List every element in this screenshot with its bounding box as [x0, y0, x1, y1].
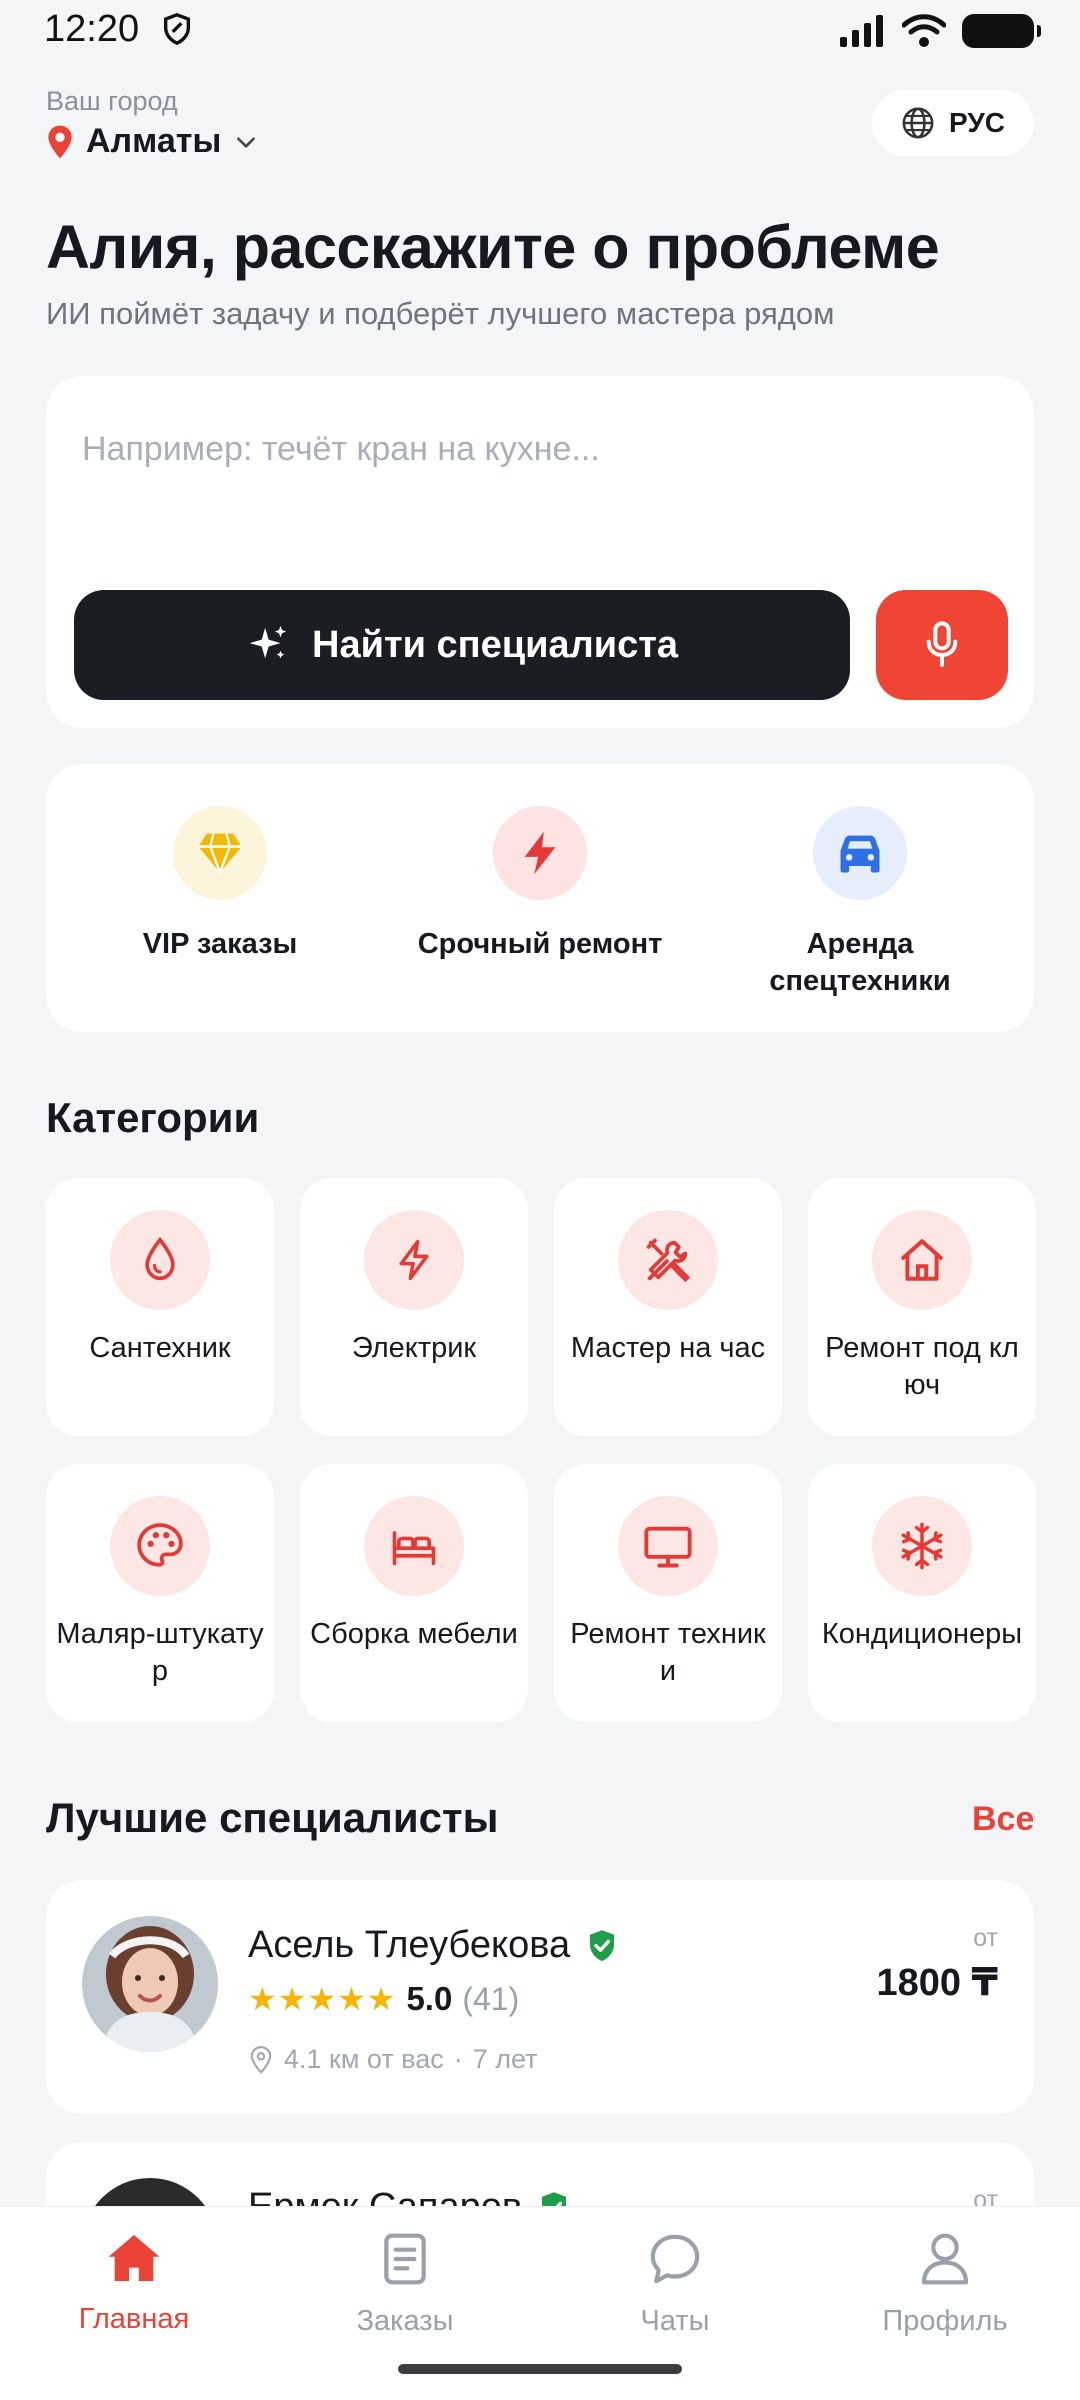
quick-action-equipment-rental[interactable]: Аренда спецтехники — [700, 806, 1020, 1000]
house-icon — [872, 1210, 972, 1310]
snowflake-icon — [872, 1496, 972, 1596]
rating-stars-icon: ★★★★★ — [248, 1981, 397, 2017]
nav-profile[interactable]: Профиль — [845, 2231, 1045, 2338]
battery-icon — [962, 14, 1041, 48]
city-selector[interactable]: Алматы — [46, 122, 259, 161]
bed-icon — [364, 1496, 464, 1596]
category-label: Сантехник — [89, 1332, 231, 1364]
status-time: 12:20 — [44, 8, 140, 50]
globe-icon — [902, 107, 934, 139]
meta-separator: · — [453, 2044, 463, 2074]
profile-icon — [921, 2233, 969, 2285]
nav-label: Главная — [78, 2303, 190, 2335]
avatar — [82, 1916, 218, 2052]
monitor-icon — [618, 1496, 718, 1596]
signal-icon — [840, 15, 883, 47]
category-air-conditioners[interactable]: Кондиционеры — [808, 1464, 1036, 1722]
specialists-title: Лучшие специалисты — [46, 1794, 499, 1841]
category-handyman[interactable]: Мастер на час — [554, 1178, 782, 1436]
quick-actions-card: VIP заказы Срочный ремонт Аренда спецтех… — [46, 764, 1034, 1032]
page-subtitle: ИИ поймёт задачу и подберёт лучшего маст… — [46, 296, 835, 331]
category-label: Электрик — [351, 1332, 477, 1364]
nav-home[interactable]: Главная — [34, 2231, 234, 2336]
distance: 4.1 км от вас — [284, 2044, 444, 2074]
palette-icon — [110, 1496, 210, 1596]
voice-input-button[interactable] — [876, 590, 1008, 700]
quick-action-label: VIP заказы — [142, 928, 298, 960]
nav-label: Заказы — [356, 2305, 454, 2337]
find-specialist-label: Найти специалиста — [312, 623, 678, 666]
language-switcher[interactable]: РУС — [872, 90, 1034, 156]
verified-badge-icon — [590, 1929, 615, 1961]
specialist-name: Асель Тлеубекова — [248, 1924, 571, 1966]
shield-icon — [163, 13, 191, 46]
nav-label: Профиль — [882, 2305, 1008, 2337]
experience: 7 лет — [472, 2044, 538, 2074]
quick-action-urgent-repair[interactable]: Срочный ремонт — [380, 806, 700, 963]
category-electrician[interactable]: Электрик — [300, 1178, 528, 1436]
location-pin-icon — [48, 125, 72, 158]
category-label: Маляр-штукатур — [56, 1618, 264, 1687]
category-label: Мастер на час — [570, 1332, 766, 1364]
nav-chats[interactable]: Чаты — [575, 2231, 775, 2338]
category-plumber[interactable]: Сантехник — [46, 1178, 274, 1436]
chat-icon — [650, 2234, 700, 2284]
language-label: РУС — [949, 107, 1005, 138]
category-painter-plasterer[interactable]: Маляр-штукатур — [46, 1464, 274, 1722]
nav-orders[interactable]: Заказы — [305, 2231, 505, 2338]
orders-icon — [384, 2233, 426, 2285]
price: 1800 ₸ — [876, 1962, 998, 2004]
price-prefix: от — [973, 1924, 998, 1952]
microphone-icon — [926, 621, 958, 667]
page-title: Алия, расскажите о проблеме — [46, 213, 940, 281]
category-appliance-repair[interactable]: Ремонт техники — [554, 1464, 782, 1722]
category-label: Ремонт техники — [570, 1618, 766, 1687]
category-furniture-assembly[interactable]: Сборка мебели — [300, 1464, 528, 1722]
status-icons — [840, 14, 1041, 48]
location-outline-icon — [250, 2045, 272, 2074]
quick-action-label: Аренда спецтехники — [769, 928, 951, 997]
wifi-icon — [902, 14, 946, 47]
problem-input[interactable] — [82, 430, 982, 469]
diamond-icon — [173, 806, 267, 900]
drop-icon — [110, 1210, 210, 1310]
problem-input-card: Найти специалиста — [46, 376, 1034, 728]
tools-icon — [618, 1210, 718, 1310]
city-name: Алматы — [86, 122, 222, 160]
see-all-link[interactable]: Все — [972, 1800, 1034, 1839]
category-turnkey-renovation[interactable]: Ремонт под ключ — [808, 1178, 1036, 1436]
category-label: Кондиционеры — [821, 1618, 1023, 1650]
home-icon — [108, 2235, 160, 2281]
quick-action-label: Срочный ремонт — [417, 928, 663, 960]
quick-action-vip[interactable]: VIP заказы — [60, 806, 380, 963]
review-count: (41) — [462, 1980, 520, 2017]
bolt-icon — [364, 1210, 464, 1310]
car-icon — [813, 806, 907, 900]
home-indicator — [398, 2364, 682, 2374]
categories-title: Категории — [46, 1094, 260, 1141]
city-caption: Ваш город — [46, 86, 178, 116]
chevron-down-icon — [237, 136, 256, 148]
sparkles-icon — [249, 625, 287, 659]
lightning-icon — [493, 806, 587, 900]
rating-value: 5.0 — [406, 1980, 453, 2017]
category-label: Ремонт под ключ — [825, 1332, 1019, 1401]
nav-label: Чаты — [640, 2305, 710, 2337]
category-label: Сборка мебели — [310, 1618, 518, 1650]
specialist-card[interactable]: Асель Тлеубекова ★★★★★ 5.0 (41) 4.1 км о… — [46, 1880, 1034, 2114]
find-specialist-button[interactable]: Найти специалиста — [74, 590, 850, 700]
